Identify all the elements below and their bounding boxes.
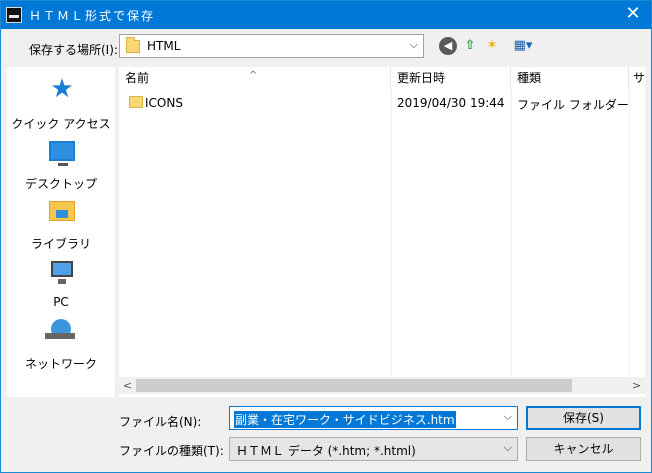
place-label: デスクトップ [24,177,97,191]
filetype-value: ＨＴＭＬ データ (*.htm; *.html) [236,444,416,458]
save-location-label: 保存する場所(I): [29,43,118,57]
file-type: ファイル フォルダー [517,98,629,112]
column-header-name[interactable]: 名前 ^ [119,67,391,89]
file-row[interactable]: ICONS 2019/04/30 19:44 ファイル フォルダー [119,93,645,113]
back-icon[interactable]: ◀ [439,37,457,55]
scroll-left-icon[interactable]: < [119,377,136,394]
place-desktop[interactable]: デスクトップ [7,137,115,195]
folder-icon [126,37,140,53]
network-icon [45,319,75,339]
sort-ascending-icon: ^ [249,70,258,81]
column-header-label: 種類 [517,71,542,85]
pc-icon [51,261,73,284]
horizontal-scrollbar[interactable]: < > [119,377,645,394]
scroll-right-icon[interactable]: > [628,377,645,394]
column-header-date[interactable]: 更新日時 [391,67,511,89]
place-pc[interactable]: PC [7,257,115,315]
column-header-label: 名前 [125,71,150,85]
filetype-dropdown[interactable]: ＨＴＭＬ データ (*.htm; *.html) ⌵ [229,437,518,461]
place-label: PC [53,295,69,309]
new-folder-icon[interactable]: ✶ [483,37,501,55]
library-icon [49,201,75,221]
column-header-size[interactable]: サ [629,67,645,89]
save-as-dialog: ＨＴＭＬ形式で保存 ✕ 保存する場所(I): HTML ⌵ ◀ ⇧ ✶ ▦▾ ★… [0,0,652,473]
scrollbar-thumb[interactable] [136,379,572,392]
close-button[interactable]: ✕ [623,4,643,24]
window-title: ＨＴＭＬ形式で保存 [29,9,156,23]
file-list[interactable]: 名前 ^ 更新日時 種類 サ ICONS 2019/04/30 19:44 ファ… [119,67,645,397]
chevron-down-icon[interactable]: ⌵ [504,410,512,424]
quick-access-star-icon: ★ [50,74,74,104]
folder-icon [129,96,143,108]
column-divider [629,89,630,379]
filename-value[interactable]: 副業・在宅ワーク・サイドビジネス.htm [234,411,456,428]
place-network[interactable]: ネットワーク [7,317,115,375]
place-label: クイック アクセス [11,117,111,131]
file-date: 2019/04/30 19:44 [397,96,505,110]
desktop-icon [49,141,75,166]
title-bar[interactable]: ＨＴＭＬ形式で保存 ✕ [1,1,651,29]
chevron-down-icon[interactable]: ⌵ [410,38,418,52]
column-header-label: サ [633,71,645,85]
chevron-down-icon[interactable]: ⌵ [504,441,512,455]
save-location-dropdown[interactable]: HTML ⌵ [119,34,424,58]
places-bar: ★ クイック アクセス デスクトップ ライブラリ PC ネットワーク [7,67,115,397]
place-library[interactable]: ライブラリ [7,197,115,255]
column-header-type[interactable]: 種類 [511,67,629,89]
column-header-label: 更新日時 [397,71,446,85]
place-label: ネットワーク [24,357,97,371]
app-icon [6,7,22,23]
place-quick-access[interactable]: ★ クイック アクセス [7,74,115,135]
save-button[interactable]: 保存(S) [526,406,641,430]
file-name: ICONS [145,96,183,110]
up-folder-icon[interactable]: ⇧ [461,37,479,55]
filetype-label: ファイルの種類(T): [119,444,224,458]
save-location-value: HTML [147,39,181,53]
column-divider [391,89,392,379]
view-menu-icon[interactable]: ▦▾ [509,37,537,55]
filename-input[interactable]: 副業・在宅ワーク・サイドビジネス.htm ⌵ [229,406,518,430]
cancel-button[interactable]: キャンセル [526,437,641,461]
filename-label: ファイル名(N): [119,415,202,429]
column-divider [511,89,512,379]
place-label: ライブラリ [30,237,91,251]
